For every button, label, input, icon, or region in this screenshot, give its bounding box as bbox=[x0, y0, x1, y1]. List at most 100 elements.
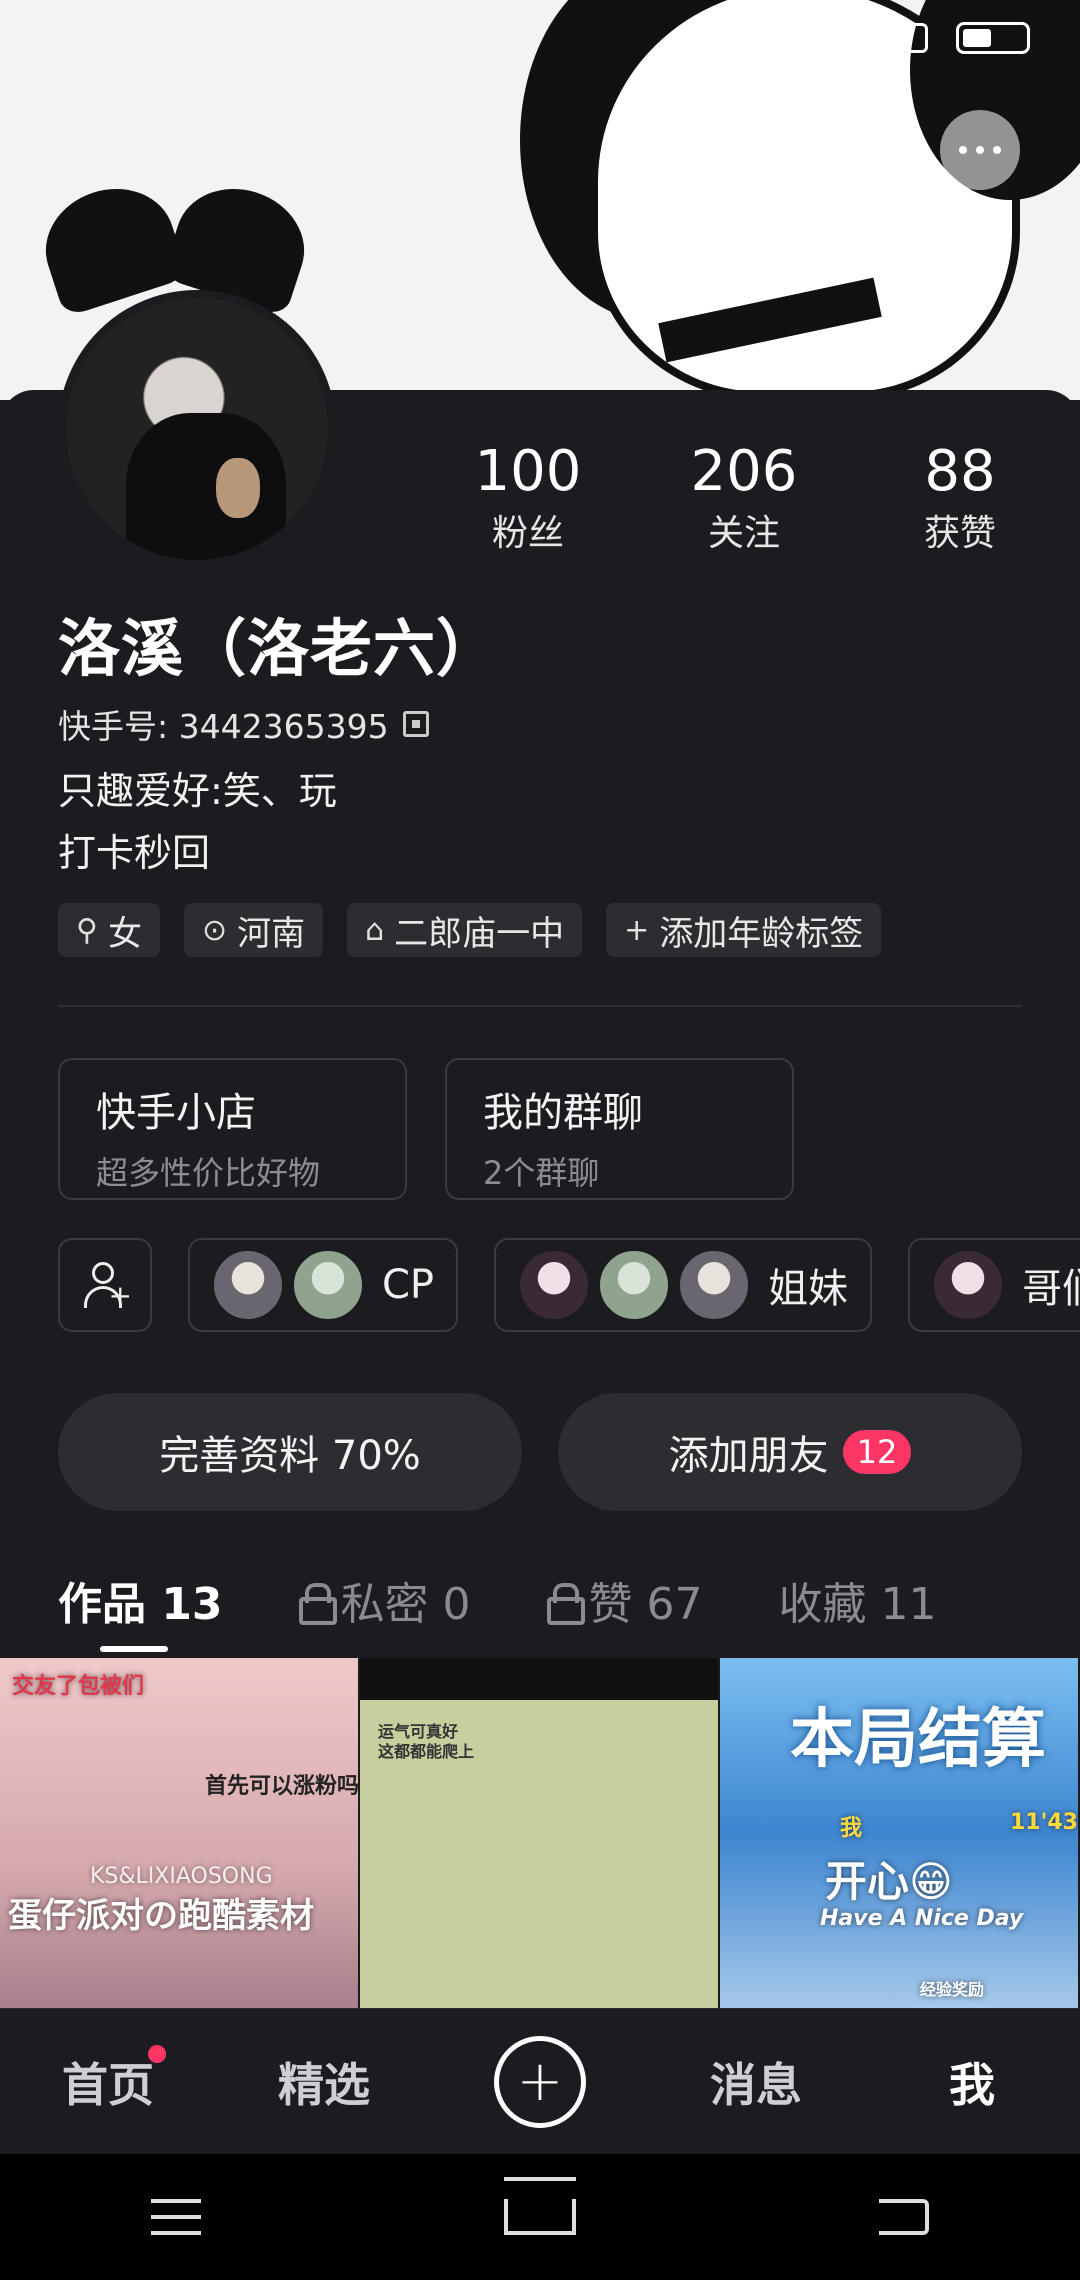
avatar bbox=[932, 1249, 1005, 1321]
video-thumbnail[interactable]: 运气可真好 这都都能爬上 bbox=[360, 1658, 718, 2008]
nav-create[interactable]: + bbox=[460, 2035, 620, 2128]
system-nav-bar bbox=[0, 2154, 1080, 2280]
bio-line: 打卡秒回 bbox=[58, 831, 211, 875]
kuaishou-id[interactable]: 快手号: 3442365395 bbox=[58, 700, 429, 748]
thumb-caption: 我 bbox=[840, 1816, 863, 1841]
tag-gender[interactable]: ⚲ 女 bbox=[58, 903, 160, 957]
gender-icon: ⚲ bbox=[76, 912, 98, 948]
avatar bbox=[518, 1249, 591, 1321]
complete-profile-button[interactable]: 完善资料 70% bbox=[58, 1393, 522, 1511]
stat-value: 206 bbox=[690, 439, 798, 504]
friend-group-label: 姐妹 bbox=[768, 1266, 849, 1312]
status-bar bbox=[808, 22, 1030, 54]
thumb-caption: 开心😁 bbox=[825, 1857, 953, 1906]
lock-icon bbox=[298, 1583, 337, 1625]
video-thumbnail[interactable]: 交友了包被们 首先可以涨粉吗 KS&LIXIAOSONG 蛋仔派对の跑酷素材 bbox=[0, 1658, 358, 2008]
thumb-caption: 这都都能爬上 bbox=[378, 1742, 475, 1761]
nav-label: 首页 bbox=[62, 2057, 154, 2112]
add-friend-group-button[interactable]: + bbox=[58, 1238, 152, 1332]
thumb-caption: 本局结算 bbox=[790, 1703, 1046, 1777]
tab-label: 私密 0 bbox=[340, 1579, 471, 1630]
avatar[interactable] bbox=[58, 290, 336, 568]
more-icon bbox=[959, 146, 1001, 154]
video-thumbnail[interactable]: 本局结算 我 11'43 开心😁 Have A Nice Day 经验奖励 bbox=[720, 1658, 1078, 2008]
alarm-icon bbox=[808, 22, 840, 54]
bio-line: 只趣爱好:笑、玩 bbox=[58, 769, 337, 813]
tab-label: 收藏 11 bbox=[778, 1579, 937, 1630]
button-label: 完善资料 70% bbox=[159, 1433, 421, 1479]
search-icon bbox=[833, 133, 867, 167]
button-label: 添加朋友 bbox=[668, 1433, 829, 1479]
thumb-caption: 首先可以涨粉吗 bbox=[205, 1774, 358, 1799]
signal-icon bbox=[868, 23, 928, 53]
box-subtitle: 2个群聊 bbox=[483, 1154, 600, 1192]
avatar bbox=[678, 1249, 751, 1321]
stat-followers[interactable]: 100 粉丝 bbox=[420, 440, 636, 556]
nav-me[interactable]: 我 bbox=[892, 2049, 1052, 2115]
works-grid: 交友了包被们 首先可以涨粉吗 KS&LIXIAOSONG 蛋仔派对の跑酷素材 运… bbox=[0, 1658, 1080, 2008]
friend-group-cp[interactable]: CP bbox=[188, 1238, 459, 1332]
box-subtitle: 超多性价比好物 bbox=[96, 1154, 321, 1192]
tab-works[interactable]: 作品 13 bbox=[58, 1568, 223, 1632]
stat-value: 88 bbox=[924, 439, 996, 504]
tag-label: 二郎庙一中 bbox=[394, 913, 565, 954]
more-button[interactable] bbox=[940, 110, 1020, 190]
box-title: 我的群聊 bbox=[483, 1090, 643, 1136]
friend-group-label: CP bbox=[382, 1262, 435, 1308]
nav-label: 消息 bbox=[710, 2057, 802, 2112]
add-friends-button[interactable]: 添加朋友 12 bbox=[558, 1393, 1022, 1511]
profile-bio: 只趣爱好:笑、玩 打卡秒回 bbox=[58, 760, 337, 884]
qr-code-icon[interactable] bbox=[402, 711, 429, 737]
thumb-caption: Have A Nice Day bbox=[820, 1906, 1024, 1931]
profile-actions: 完善资料 70% 添加朋友 12 bbox=[58, 1393, 1022, 1511]
group-chat-box[interactable]: 我的群聊 2个群聊 bbox=[445, 1058, 794, 1200]
stat-likes[interactable]: 88 获赞 bbox=[852, 440, 1068, 556]
profile-stats: 100 粉丝 206 关注 88 获赞 bbox=[420, 440, 1068, 556]
tag-label: 女 bbox=[107, 913, 142, 954]
tab-label: 赞 67 bbox=[588, 1579, 703, 1630]
tag-add-age[interactable]: + 添加年龄标签 bbox=[606, 903, 882, 957]
avatar bbox=[292, 1249, 364, 1321]
shop-box[interactable]: 快手小店 超多性价比好物 bbox=[58, 1058, 407, 1200]
tab-indicator bbox=[100, 1646, 168, 1652]
box-title: 快手小店 bbox=[96, 1090, 256, 1136]
thumb-caption: 蛋仔派对の跑酷素材 bbox=[8, 1896, 314, 1936]
tab-private[interactable]: 私密 0 bbox=[298, 1568, 471, 1632]
friend-groups: + CP 姐妹 哥们 bbox=[58, 1238, 1080, 1332]
divider bbox=[58, 1005, 1022, 1007]
thumb-caption: 经验奖励 bbox=[920, 1980, 985, 1999]
stat-following[interactable]: 206 关注 bbox=[636, 440, 852, 556]
home-icon[interactable] bbox=[503, 2199, 576, 2235]
back-icon[interactable] bbox=[878, 2199, 929, 2235]
nav-label: 精选 bbox=[278, 2057, 370, 2112]
person-add-icon: + bbox=[82, 1262, 132, 1310]
thumb-caption: 交友了包被们 bbox=[12, 1674, 145, 1699]
stat-label: 获赞 bbox=[923, 513, 996, 554]
nav-messages[interactable]: 消息 bbox=[676, 2049, 836, 2115]
profile-name: 洛溪（洛老六） bbox=[58, 612, 500, 685]
battery-icon bbox=[956, 22, 1030, 54]
search-button[interactable] bbox=[810, 110, 890, 190]
plus-icon: + bbox=[624, 912, 650, 948]
thumb-caption: KS&LIXIAOSONG bbox=[90, 1864, 273, 1889]
lock-icon bbox=[546, 1583, 585, 1625]
friend-group-sisters[interactable]: 姐妹 bbox=[494, 1238, 873, 1332]
tab-favorites[interactable]: 收藏 11 bbox=[779, 1568, 937, 1632]
tag-school[interactable]: ⌂ 二郎庙一中 bbox=[347, 903, 583, 957]
bottom-nav: 首页 精选 + 消息 我 bbox=[0, 2008, 1080, 2154]
menu-icon[interactable] bbox=[151, 2199, 202, 2235]
friend-group-brothers[interactable]: 哥们 bbox=[908, 1238, 1080, 1332]
location-icon: ⊙ bbox=[201, 912, 228, 948]
tab-liked[interactable]: 赞 67 bbox=[546, 1568, 703, 1632]
stat-label: 粉丝 bbox=[491, 513, 564, 554]
nav-label: 我 bbox=[949, 2057, 995, 2112]
stat-value: 100 bbox=[474, 439, 582, 504]
notification-badge: 12 bbox=[842, 1430, 912, 1474]
avatar bbox=[598, 1249, 671, 1321]
thumb-caption: 11'43 bbox=[1010, 1810, 1078, 1835]
create-plus-icon: + bbox=[494, 2035, 586, 2128]
content-tabs: 作品 13 私密 0 赞 67 收藏 11 bbox=[58, 1568, 1080, 1632]
tag-location[interactable]: ⊙ 河南 bbox=[183, 903, 324, 957]
nav-featured[interactable]: 精选 bbox=[244, 2049, 404, 2115]
nav-home[interactable]: 首页 bbox=[28, 2044, 188, 2115]
